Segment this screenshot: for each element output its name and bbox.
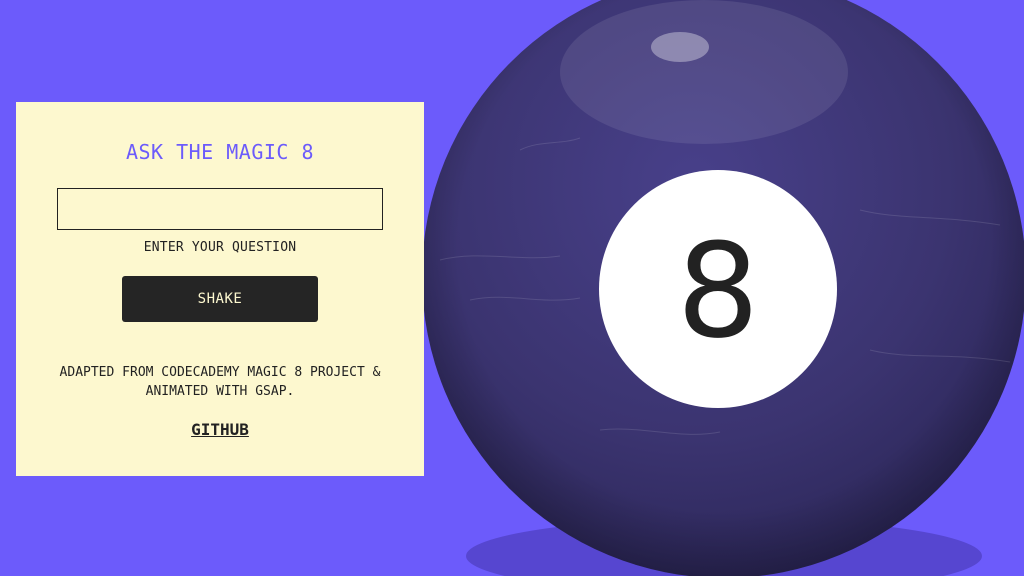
- question-input-label: ENTER YOUR QUESTION: [143, 240, 297, 255]
- ball-shadow: [466, 518, 982, 576]
- page-title: ASK THE MAGIC 8: [125, 140, 315, 164]
- question-input[interactable]: [57, 188, 383, 230]
- ball-number: 8: [677, 215, 760, 367]
- ball-highlight: [560, 0, 848, 144]
- ball-body: [422, 0, 1024, 576]
- credit-line-2: ANIMATED WITH GSAP.: [145, 384, 295, 399]
- credit-text: ADAPTED FROM CODECADEMY MAGIC 8 PROJECT …: [40, 363, 400, 401]
- ball-specular: [651, 32, 709, 62]
- credit-line-1: ADAPTED FROM CODECADEMY MAGIC 8 PROJECT …: [59, 365, 381, 380]
- shake-button[interactable]: SHAKE: [122, 276, 318, 322]
- ball-scratches: [439, 137, 1011, 435]
- ball-number-window: [599, 170, 837, 408]
- question-panel: ASK THE MAGIC 8 ENTER YOUR QUESTION SHAK…: [16, 102, 424, 476]
- github-link[interactable]: GITHUB: [16, 420, 424, 439]
